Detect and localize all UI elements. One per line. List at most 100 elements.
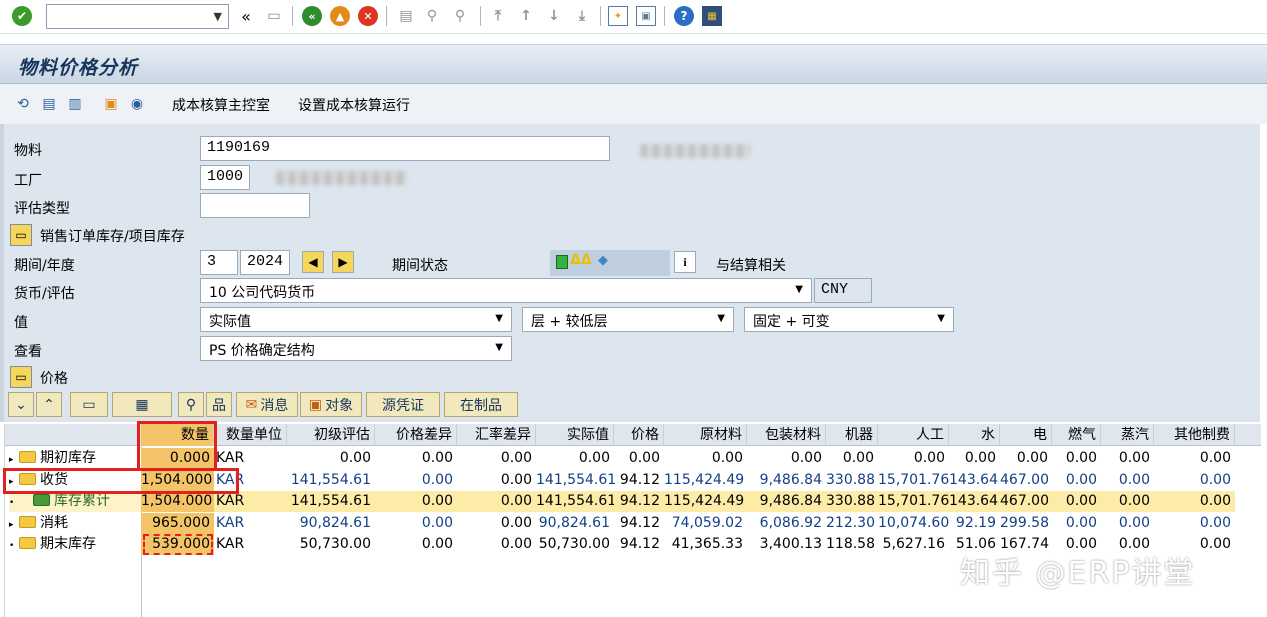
chevron-down-icon: ▼ [937, 313, 945, 324]
grid-cell: 15,701.76 [878, 491, 949, 513]
expand-icon[interactable]: • [9, 536, 19, 557]
chevron-down-icon: ▼ [495, 342, 503, 353]
period-field[interactable]: 3 [200, 250, 238, 275]
column-header[interactable]: 电 [1000, 424, 1052, 446]
grid-cell: 94.12 [619, 471, 660, 488]
detail-icon[interactable]: ◉ [126, 94, 148, 114]
toolbar-divider [600, 6, 601, 26]
tree-node[interactable]: ▸ 消耗 [9, 513, 141, 534]
previous-page-icon[interactable]: ↑ [516, 6, 536, 26]
refresh-icon[interactable]: ⟲ [12, 94, 34, 114]
next-page-icon[interactable]: ↓ [544, 6, 564, 26]
previous-period-button[interactable]: ◀ [302, 251, 324, 273]
grid-cell: 467.00 [1000, 471, 1049, 488]
column-header[interactable]: 原材料 [664, 424, 747, 446]
expand-icon[interactable]: ▸ [9, 515, 19, 536]
tree-node[interactable]: • 库存累计 [9, 491, 141, 514]
source-doc-button[interactable]: 源凭证 [366, 392, 440, 417]
tree-node[interactable]: ▸ 期初库存 [9, 448, 141, 469]
valuation-type-field[interactable] [200, 193, 310, 218]
material-description [640, 144, 750, 158]
back-double-icon[interactable]: « [236, 6, 256, 26]
collapse-all-button[interactable]: ⌃ [36, 392, 62, 417]
grid-cell: 94.12 [619, 514, 660, 531]
costing-cockpit-button[interactable]: 成本核算主控室 [172, 95, 270, 115]
folder-icon [33, 494, 50, 507]
tree-node-label: 期初库存 [40, 450, 96, 466]
column-header[interactable]: 实际值 [536, 424, 614, 446]
exit-icon[interactable]: ▲ [330, 6, 350, 26]
period-label: 期间/年度 [14, 258, 75, 274]
tree-node[interactable]: • 期末库存 [9, 534, 141, 555]
columns-icon[interactable]: ▥ [64, 94, 86, 114]
grid-cell: 0.00 [913, 450, 945, 466]
find-next-icon[interactable]: ⚲ [450, 6, 470, 26]
grid-cell: KAR [216, 536, 245, 553]
setup-costing-run-button[interactable]: 设置成本核算运行 [298, 95, 410, 115]
grid-cell: 0.00 [500, 536, 532, 553]
column-header[interactable]: 人工 [878, 424, 949, 446]
column-header[interactable]: 蒸汽 [1101, 424, 1154, 446]
material-field[interactable]: 1190169 [200, 136, 610, 161]
grid-cell: 0.00 [500, 450, 532, 466]
toolbar-divider [386, 6, 387, 26]
sales-stock-toggle-icon[interactable]: ▭ [10, 224, 32, 246]
overview-icon[interactable]: ▤ [38, 94, 60, 114]
wip-button[interactable]: 在制品 [444, 392, 518, 417]
cancel-icon[interactable]: ✕ [358, 6, 378, 26]
grid-cell: 0.00 [842, 450, 874, 466]
view-select[interactable]: PS 价格确定结构 ▼ [200, 336, 512, 361]
detail-button[interactable]: ⚲ [178, 392, 204, 417]
print-preview-button[interactable]: ▭ [70, 392, 108, 417]
save-icon[interactable]: ▭ [264, 6, 284, 26]
column-header[interactable]: 燃气 [1052, 424, 1101, 446]
column-header[interactable]: 初级评估 [287, 424, 375, 446]
help-icon[interactable]: ? [674, 6, 694, 26]
grid-cell: 0.00 [1052, 491, 1101, 513]
level-select[interactable]: 层 + 较低层 ▼ [522, 307, 734, 332]
column-header[interactable]: 数量单位 [214, 424, 287, 446]
currency-select[interactable]: 10 公司代码货币 ▼ [200, 278, 812, 303]
find-icon[interactable]: ⚲ [422, 6, 442, 26]
next-period-button[interactable]: ▶ [332, 251, 354, 273]
grid-cell: 0.00 [500, 514, 532, 531]
grid-cell: 0.00 [421, 471, 453, 488]
grid-cell: 90,824.61 [538, 514, 610, 531]
column-header[interactable]: 水 [949, 424, 1000, 446]
messages-button[interactable]: ✉ 消息 [236, 392, 298, 417]
column-header[interactable]: 机器 [826, 424, 878, 446]
year-field[interactable]: 2024 [240, 250, 290, 275]
first-page-icon[interactable]: ⤒ [488, 6, 508, 26]
column-header[interactable]: 其他制费 [1154, 424, 1235, 446]
notes-icon[interactable]: ▣ [100, 94, 122, 114]
chevron-down-icon: ▼ [495, 313, 503, 324]
shortcut-icon[interactable]: ▣ [636, 6, 656, 26]
grid-cell: 467.00 [1000, 491, 1052, 513]
messages-label: 消息 [260, 397, 289, 414]
enter-icon[interactable]: ✔ [12, 6, 32, 26]
column-header[interactable]: 汇率差异 [457, 424, 536, 446]
value-select[interactable]: 实际值 ▼ [200, 307, 512, 332]
back-icon[interactable]: « [302, 6, 322, 26]
grid-cell: 0.00 [1118, 514, 1150, 531]
fixed-variable-select[interactable]: 固定 + 可变 ▼ [744, 307, 954, 332]
expand-icon[interactable]: • [9, 493, 19, 514]
column-header[interactable]: 价格 [614, 424, 664, 446]
objects-button[interactable]: ▣ 对象 [300, 392, 362, 417]
column-header[interactable]: 价格差异 [375, 424, 457, 446]
info-icon[interactable]: i [674, 251, 696, 273]
grid-cell: 50,730.00 [538, 536, 610, 553]
hierarchy-button[interactable]: 品 [206, 392, 232, 417]
command-field[interactable]: ▼ [46, 4, 229, 29]
new-session-icon[interactable]: ✦ [608, 6, 628, 26]
last-page-icon[interactable]: ⤓ [572, 6, 592, 26]
plant-field[interactable]: 1000 [200, 165, 250, 190]
print-icon[interactable]: ▤ [396, 6, 416, 26]
grid-cell: 3,400.13 [759, 536, 822, 553]
expand-all-button[interactable]: ⌄ [8, 392, 34, 417]
column-header[interactable]: 包装材料 [747, 424, 826, 446]
layout-menu-icon[interactable]: ▦ [702, 6, 722, 26]
layout-button[interactable]: ▦ [112, 392, 172, 417]
grid-cell: 0.00 [339, 450, 371, 466]
price-toggle-icon[interactable]: ▭ [10, 366, 32, 388]
